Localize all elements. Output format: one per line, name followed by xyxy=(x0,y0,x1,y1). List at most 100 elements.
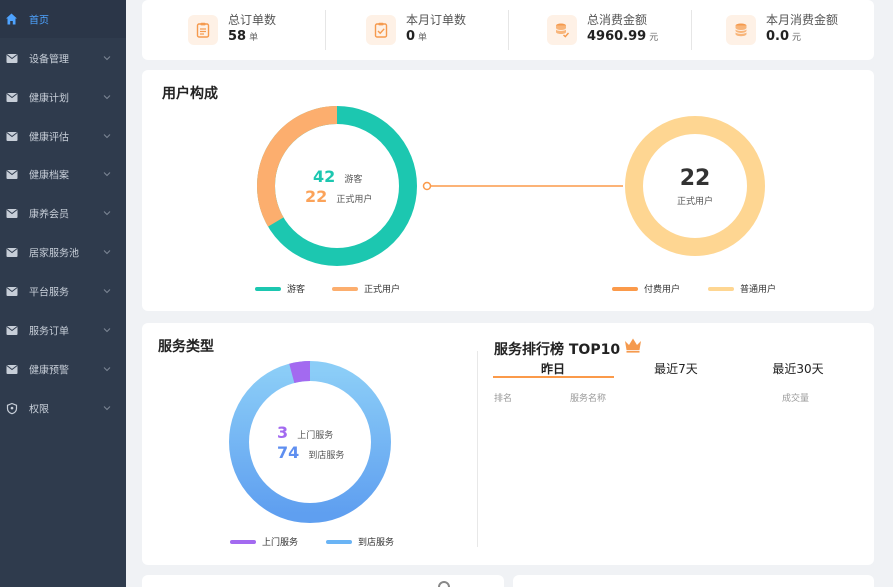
chevron-down-icon xyxy=(103,289,111,294)
chevron-down-icon xyxy=(103,250,111,255)
mail-icon xyxy=(5,168,18,181)
chevron-down-icon xyxy=(103,367,111,372)
stat-unit: 单 xyxy=(418,33,428,43)
column-header-rank: 排名 xyxy=(494,394,513,404)
right-ring-count: 22 xyxy=(679,166,711,191)
sidebar-item-devices[interactable]: 设备管理 xyxy=(0,39,126,77)
stat-value: 0.0 xyxy=(766,29,790,44)
column-header-volume: 成交量 xyxy=(782,394,810,404)
service-card: 服务类型 3 上门服务 74 到店服务 上门服务 到店服务 服务排行榜 TOP1… xyxy=(142,323,874,565)
sidebar: 首页 设备管理 健康计划 健康评估 健康档案 康养会员 居家服务池 平台服务 服… xyxy=(0,0,126,587)
sidebar-item-health-alerts[interactable]: 健康预警 xyxy=(0,350,126,388)
tab-active-indicator xyxy=(493,376,614,378)
chevron-down-icon xyxy=(103,328,111,333)
stat-month-spend: 本月消费金额 0.0 元 xyxy=(726,0,838,60)
chevron-down-icon xyxy=(103,56,111,61)
user-composition-chart xyxy=(257,106,765,266)
bottom-card-right xyxy=(513,575,874,587)
right-ring-label: 正式用户 xyxy=(676,197,713,207)
mail-icon xyxy=(5,207,18,220)
legend-item-door: 上门服务 xyxy=(230,535,298,548)
sidebar-item-label: 健康预警 xyxy=(29,365,69,377)
sidebar-item-health-assessment[interactable]: 健康评估 xyxy=(0,117,126,155)
visitors-label: 游客 xyxy=(344,175,363,185)
sidebar-item-permissions[interactable]: 权限 xyxy=(0,389,126,427)
sidebar-item-label: 服务订单 xyxy=(29,326,69,338)
divider xyxy=(477,351,478,547)
chevron-down-icon xyxy=(103,406,111,411)
ring-store-segment xyxy=(229,361,391,523)
tab-yesterday[interactable]: 昨日 xyxy=(493,360,613,377)
mail-icon xyxy=(5,246,18,259)
mail-icon xyxy=(5,363,18,376)
ring-door-segment xyxy=(289,361,311,384)
stat-label: 总订单数 xyxy=(228,13,277,27)
sidebar-item-label: 权限 xyxy=(29,404,49,416)
formal-count: 22 xyxy=(305,187,328,206)
stat-label: 本月消费金额 xyxy=(766,13,839,27)
stat-label: 本月订单数 xyxy=(406,13,467,27)
sidebar-item-members[interactable]: 康养会员 xyxy=(0,194,126,232)
stat-value: 58 xyxy=(228,29,247,44)
connector-dot xyxy=(422,181,432,191)
tab-last-7-days[interactable]: 最近7天 xyxy=(616,360,736,377)
mail-icon xyxy=(5,52,18,65)
sidebar-item-service-orders[interactable]: 服务订单 xyxy=(0,311,126,349)
divider xyxy=(691,10,692,50)
door-label: 上门服务 xyxy=(297,431,334,441)
sidebar-item-label: 居家服务池 xyxy=(29,248,79,260)
sidebar-item-label: 健康计划 xyxy=(29,93,69,105)
sidebar-item-label: 康养会员 xyxy=(29,209,69,221)
sidebar-item-health-plan[interactable]: 健康计划 xyxy=(0,78,126,116)
store-count: 74 xyxy=(277,443,300,462)
mail-icon xyxy=(5,91,18,104)
checklist-icon xyxy=(366,15,396,45)
tab-last-30-days[interactable]: 最近30天 xyxy=(738,360,858,377)
legend-item-visitors: 游客 xyxy=(255,282,305,295)
sidebar-item-label: 首页 xyxy=(29,15,49,27)
mail-icon xyxy=(5,285,18,298)
chevron-down-icon xyxy=(103,172,111,177)
stat-total-spend: 总消费金额 4960.99 元 xyxy=(547,0,658,60)
scroll-handle[interactable] xyxy=(438,581,450,587)
store-label: 到店服务 xyxy=(308,451,345,461)
mail-icon xyxy=(5,324,18,337)
sidebar-item-platform-services[interactable]: 平台服务 xyxy=(0,272,126,310)
visitors-count: 42 xyxy=(313,167,336,186)
legend-item-paid: 付费用户 xyxy=(612,282,680,295)
stat-month-orders: 本月订单数 0单 xyxy=(366,0,466,60)
chevron-down-icon xyxy=(103,134,111,139)
sidebar-item-label: 平台服务 xyxy=(29,287,69,299)
sidebar-item-home[interactable]: 首页 xyxy=(0,0,126,38)
user-composition-card: 用户构成 42 游客 22 正式用户 22 正式用户 游客 正式用户 付费用户 … xyxy=(142,70,874,311)
stat-value: 4960.99 xyxy=(587,29,647,44)
stat-label: 总消费金额 xyxy=(587,13,648,27)
ranking-title: 服务排行榜 TOP10 xyxy=(494,342,621,358)
home-icon xyxy=(5,13,18,26)
column-header-service-name: 服务名称 xyxy=(570,394,607,404)
sidebar-item-label: 设备管理 xyxy=(29,54,69,66)
formal-label: 正式用户 xyxy=(336,195,373,205)
coins-icon xyxy=(547,15,577,45)
stat-unit: 元 xyxy=(649,33,659,43)
stat-total-orders: 总订单数 58 单 xyxy=(188,0,276,60)
sidebar-item-home-service-pool[interactable]: 居家服务池 xyxy=(0,233,126,271)
clipboard-icon xyxy=(188,15,218,45)
door-count: 3 xyxy=(277,423,289,442)
sidebar-item-label: 健康评估 xyxy=(29,132,69,144)
legend-item-normal: 普通用户 xyxy=(708,282,776,295)
shield-icon xyxy=(5,402,18,415)
divider xyxy=(325,10,326,50)
crown-icon xyxy=(625,338,641,353)
stat-unit: 单 xyxy=(249,33,259,43)
sidebar-item-health-records[interactable]: 健康档案 xyxy=(0,155,126,193)
legend-item-store: 到店服务 xyxy=(326,535,394,548)
chevron-down-icon xyxy=(103,211,111,216)
mail-icon xyxy=(5,130,18,143)
legend-item-formal: 正式用户 xyxy=(332,282,400,295)
coins-stack-icon xyxy=(726,15,756,45)
chevron-down-icon xyxy=(103,95,111,100)
stats-card: 总订单数 58 单 本月订单数 0单 总消费金额 4960.99 元 本月消费金额 … xyxy=(142,0,874,60)
stat-unit: 元 xyxy=(792,33,802,43)
divider xyxy=(508,10,509,50)
